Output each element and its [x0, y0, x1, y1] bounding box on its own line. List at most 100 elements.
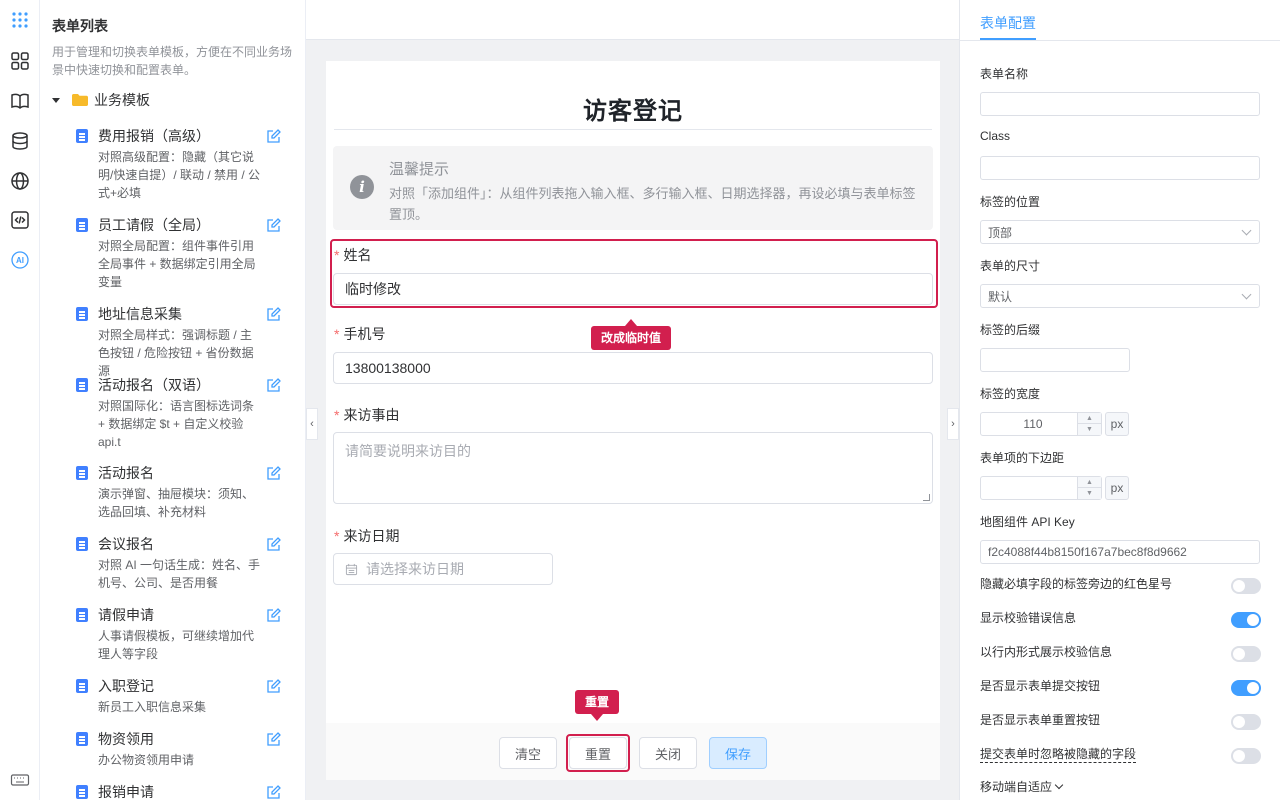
edit-icon[interactable]	[266, 128, 282, 144]
increment-icon[interactable]: ▲	[1078, 413, 1101, 424]
form-canvas: 访客登记 i 温馨提示 对照「添加组件」：从组件列表拖入输入框、多行输入框、日期…	[306, 0, 959, 800]
switch-label: 显示校验错误信息	[980, 611, 1077, 625]
icon-rail: AI	[0, 0, 40, 800]
form-list-sidebar: 表单列表 用于管理和切换表单模板，方便在不同业务场景中快速切换和配置表单。 业务…	[40, 0, 306, 800]
close-button[interactable]: 关闭	[639, 737, 697, 769]
phone-label-text: 手机号	[343, 326, 386, 342]
label-position-value: 顶部	[988, 225, 1013, 240]
show-submit-button-switch[interactable]	[1231, 680, 1261, 696]
inline-message-switch[interactable]	[1231, 646, 1261, 662]
caret-down-icon[interactable]	[52, 98, 60, 103]
required-mark: *	[334, 407, 340, 423]
decrement-icon[interactable]: ▼	[1078, 488, 1101, 499]
alert-text: 对照「添加组件」：从组件列表拖入输入框、多行输入框、日期选择器，再设必填与表单标…	[389, 186, 916, 222]
label-position-label: 标签的位置	[980, 195, 1041, 209]
template-name: 费用报销（高级）	[98, 128, 210, 144]
document-icon	[76, 608, 88, 622]
map-key-input[interactable]: f2c4088f44b8150f167a7bec8f8d9662	[980, 540, 1260, 564]
edit-icon[interactable]	[266, 607, 282, 623]
code-icon[interactable]	[8, 208, 32, 232]
template-name: 员工请假（全局）	[98, 217, 210, 233]
template-desc: 对照 AI 一句话生成：姓名、手机号、公司、是否用餐	[98, 558, 261, 590]
edit-icon[interactable]	[266, 784, 282, 800]
template-name: 会议报名	[98, 536, 154, 552]
template-name: 活动报名（双语）	[98, 377, 210, 393]
edit-icon[interactable]	[266, 377, 282, 393]
hide-required-asterisk-switch[interactable]	[1231, 578, 1261, 594]
edit-icon[interactable]	[266, 306, 282, 322]
document-icon	[76, 129, 88, 143]
show-error-message-switch[interactable]	[1231, 612, 1261, 628]
keyboard-icon[interactable]	[8, 768, 32, 792]
label-width-stepper[interactable]: 110 ▲ ▼	[980, 412, 1102, 436]
template-desc: 对照国际化：语言图标选词条 + 数据绑定 $t + 自定义校验 api.t	[98, 399, 255, 449]
edit-icon[interactable]	[266, 465, 282, 481]
clear-button[interactable]: 清空	[499, 737, 557, 769]
switch-label: 隐藏必填字段的标签旁边的红色星号	[980, 577, 1173, 591]
sidebar-description: 用于管理和切换表单模板，方便在不同业务场景中快速切换和配置表单。	[52, 45, 293, 77]
ai-icon[interactable]: AI	[8, 248, 32, 272]
mobile-adaptive-toggle[interactable]: 移动端自适应	[980, 778, 1064, 795]
phone-input[interactable]: 13800138000	[333, 352, 933, 384]
required-mark: *	[334, 326, 340, 342]
map-key-label: 地图组件 API Key	[980, 515, 1075, 529]
document-icon	[76, 679, 88, 693]
edit-icon[interactable]	[266, 731, 282, 747]
document-icon	[76, 537, 88, 551]
edit-icon[interactable]	[266, 536, 282, 552]
collapse-right-button[interactable]: ›	[947, 408, 959, 440]
increment-icon[interactable]: ▲	[1078, 477, 1101, 488]
svg-text:AI: AI	[16, 256, 24, 265]
sidebar-title: 表单列表	[52, 18, 108, 34]
template-group-label: 业务模板	[94, 92, 150, 108]
config-panel: 表单配置 表单名称 Class 标签的位置 顶部 表单的尺寸 默认 标签的后缀 …	[959, 0, 1280, 800]
document-icon	[76, 218, 88, 232]
book-icon[interactable]	[8, 89, 32, 113]
name-field-highlight	[330, 239, 938, 308]
reason-label: * 来访事由	[334, 405, 399, 425]
item-margin-value	[981, 477, 1085, 499]
required-mark: *	[334, 528, 340, 544]
calendar-icon	[345, 563, 358, 575]
template-desc: 新员工入职信息采集	[98, 700, 207, 714]
edit-icon[interactable]	[266, 678, 282, 694]
mobile-adaptive-label: 移动端自适应	[980, 780, 1053, 794]
show-reset-button-switch[interactable]	[1231, 714, 1261, 730]
chevron-right-icon: ›	[951, 418, 955, 430]
chevron-down-icon	[1241, 289, 1252, 300]
switch-label: 是否显示表单提交按钮	[980, 679, 1101, 693]
globe-icon[interactable]	[8, 169, 32, 193]
components-icon[interactable]	[8, 49, 32, 73]
title-divider	[334, 129, 932, 130]
class-input[interactable]	[980, 156, 1260, 180]
label-suffix-input[interactable]	[980, 348, 1130, 372]
item-margin-stepper[interactable]: ▲ ▼	[980, 476, 1102, 500]
document-icon	[76, 732, 88, 746]
tab-divider	[960, 40, 1280, 41]
chevron-down-icon	[1241, 225, 1252, 236]
resize-handle-icon[interactable]	[923, 494, 930, 501]
apps-grid-icon[interactable]	[8, 8, 32, 32]
date-picker[interactable]: 请选择来访日期	[333, 553, 553, 585]
template-desc: 对照高级配置：隐藏（其它说明/快速自提）/ 联动 / 禁用 / 公式+必填	[98, 150, 261, 200]
callout-text: 重置	[585, 695, 610, 709]
reason-textarea[interactable]: 请简要说明来访目的	[333, 432, 933, 504]
ignore-hidden-fields-switch[interactable]	[1231, 748, 1261, 764]
info-icon: i	[350, 175, 374, 199]
label-width-value: 110	[1023, 417, 1043, 431]
folder-icon	[72, 94, 88, 106]
decrement-icon[interactable]: ▼	[1078, 424, 1101, 435]
form-name-input[interactable]	[980, 92, 1260, 116]
form-size-select[interactable]: 默认	[980, 284, 1260, 308]
collapse-left-button[interactable]: ‹	[306, 408, 318, 440]
date-label-text: 来访日期	[343, 528, 400, 544]
database-icon[interactable]	[8, 129, 32, 153]
switch-label: 是否显示表单重置按钮	[980, 713, 1101, 727]
save-button[interactable]: 保存	[709, 737, 767, 769]
label-position-select[interactable]: 顶部	[980, 220, 1260, 244]
template-group[interactable]: 业务模板	[52, 90, 150, 110]
edit-icon[interactable]	[266, 217, 282, 233]
canvas-toolbar	[306, 0, 959, 40]
tab-form-config[interactable]: 表单配置	[980, 13, 1036, 33]
chevron-down-icon	[1054, 780, 1064, 790]
